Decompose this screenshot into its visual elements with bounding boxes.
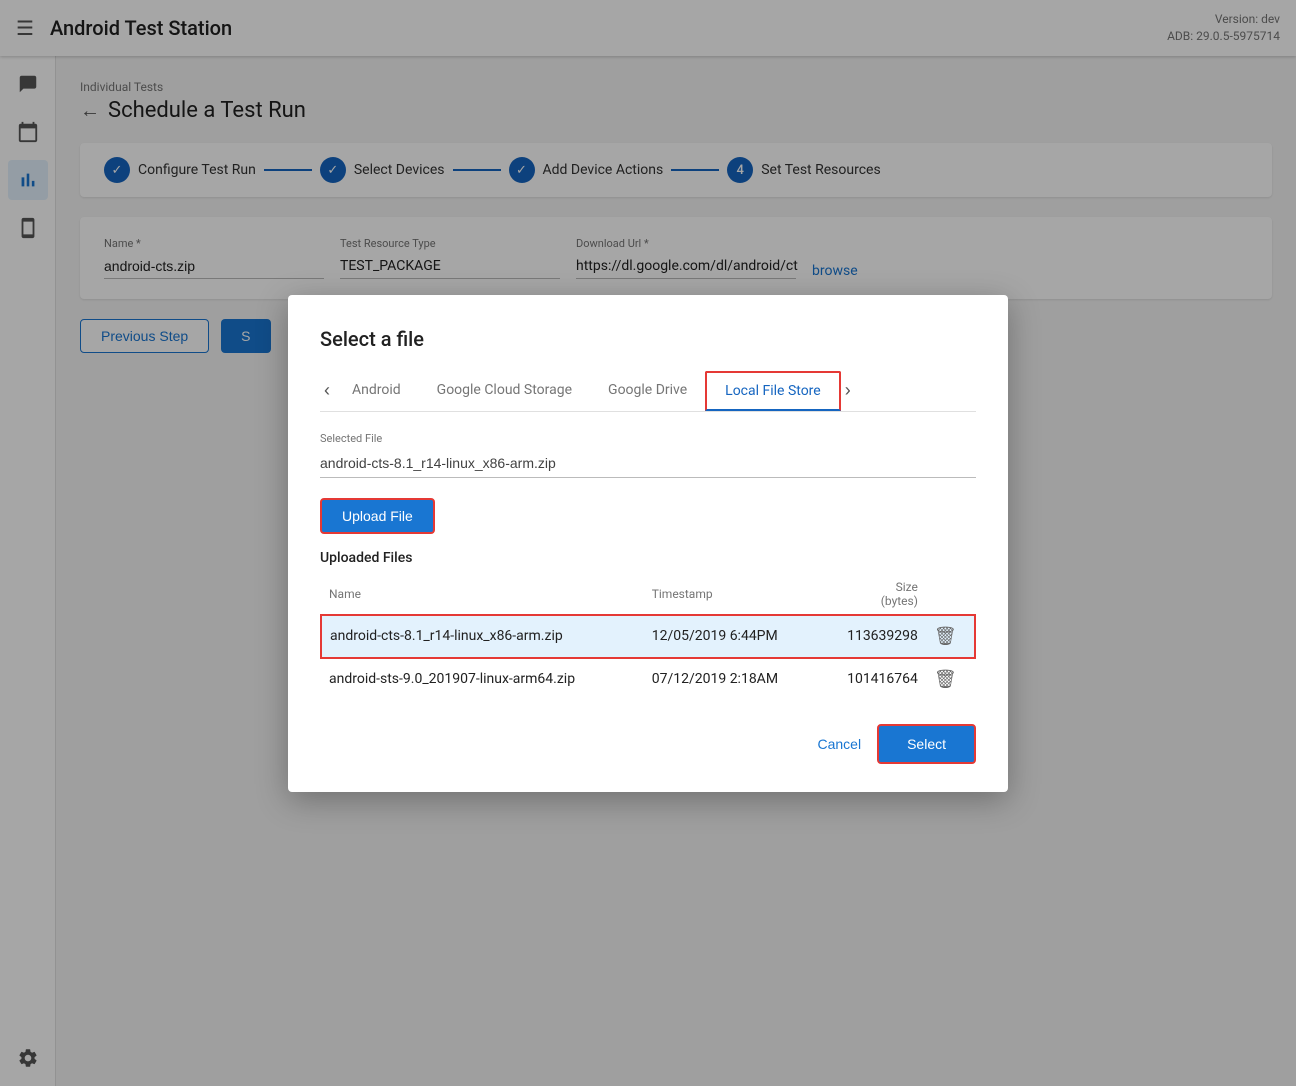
tabs-container: ‹ Android Google Cloud Storage Google Dr…	[320, 371, 976, 412]
file-size: 113639298	[819, 615, 926, 658]
col-header-size: Size(bytes)	[819, 574, 926, 615]
uploaded-files-title: Uploaded Files	[320, 550, 976, 566]
table-row[interactable]: android-cts-8.1_r14-linux_x86-arm.zip 12…	[321, 615, 975, 658]
tab-local-file-store[interactable]: Local File Store	[705, 371, 841, 411]
file-delete[interactable]: 🗑	[926, 615, 975, 658]
tab-google-drive[interactable]: Google Drive	[590, 372, 705, 410]
table-row[interactable]: android-sts-9.0_201907-linux-arm64.zip 0…	[321, 658, 975, 700]
col-header-name: Name	[321, 574, 644, 615]
file-name: android-sts-9.0_201907-linux-arm64.zip	[321, 658, 644, 700]
selected-file-field: Selected File	[320, 432, 976, 478]
file-table: Name Timestamp Size(bytes) android-cts-8…	[320, 574, 976, 700]
modal-title: Select a file	[320, 327, 976, 351]
select-button[interactable]: Select	[877, 724, 976, 764]
col-header-action	[926, 574, 975, 615]
file-timestamp: 07/12/2019 2:18AM	[644, 658, 819, 700]
tab-android[interactable]: Android	[334, 372, 419, 410]
tab-google-cloud-storage[interactable]: Google Cloud Storage	[419, 372, 590, 410]
selected-file-label: Selected File	[320, 432, 976, 445]
file-delete[interactable]: 🗑	[926, 658, 975, 700]
delete-icon[interactable]: 🗑	[934, 669, 957, 690]
modal: Select a file ‹ Android Google Cloud Sto…	[288, 295, 1008, 792]
upload-file-button[interactable]: Upload File	[320, 498, 435, 534]
selected-file-input[interactable]	[320, 449, 976, 478]
delete-icon[interactable]: 🗑	[934, 626, 957, 647]
modal-overlay[interactable]: Select a file ‹ Android Google Cloud Sto…	[0, 0, 1296, 1086]
file-timestamp: 12/05/2019 6:44PM	[644, 615, 819, 658]
tab-next-button[interactable]: ›	[841, 380, 855, 401]
modal-footer: Cancel Select	[320, 724, 976, 764]
cancel-button[interactable]: Cancel	[817, 736, 861, 752]
tab-prev-button[interactable]: ‹	[320, 380, 334, 401]
file-name: android-cts-8.1_r14-linux_x86-arm.zip	[321, 615, 644, 658]
col-header-timestamp: Timestamp	[644, 574, 819, 615]
file-size: 101416764	[819, 658, 926, 700]
